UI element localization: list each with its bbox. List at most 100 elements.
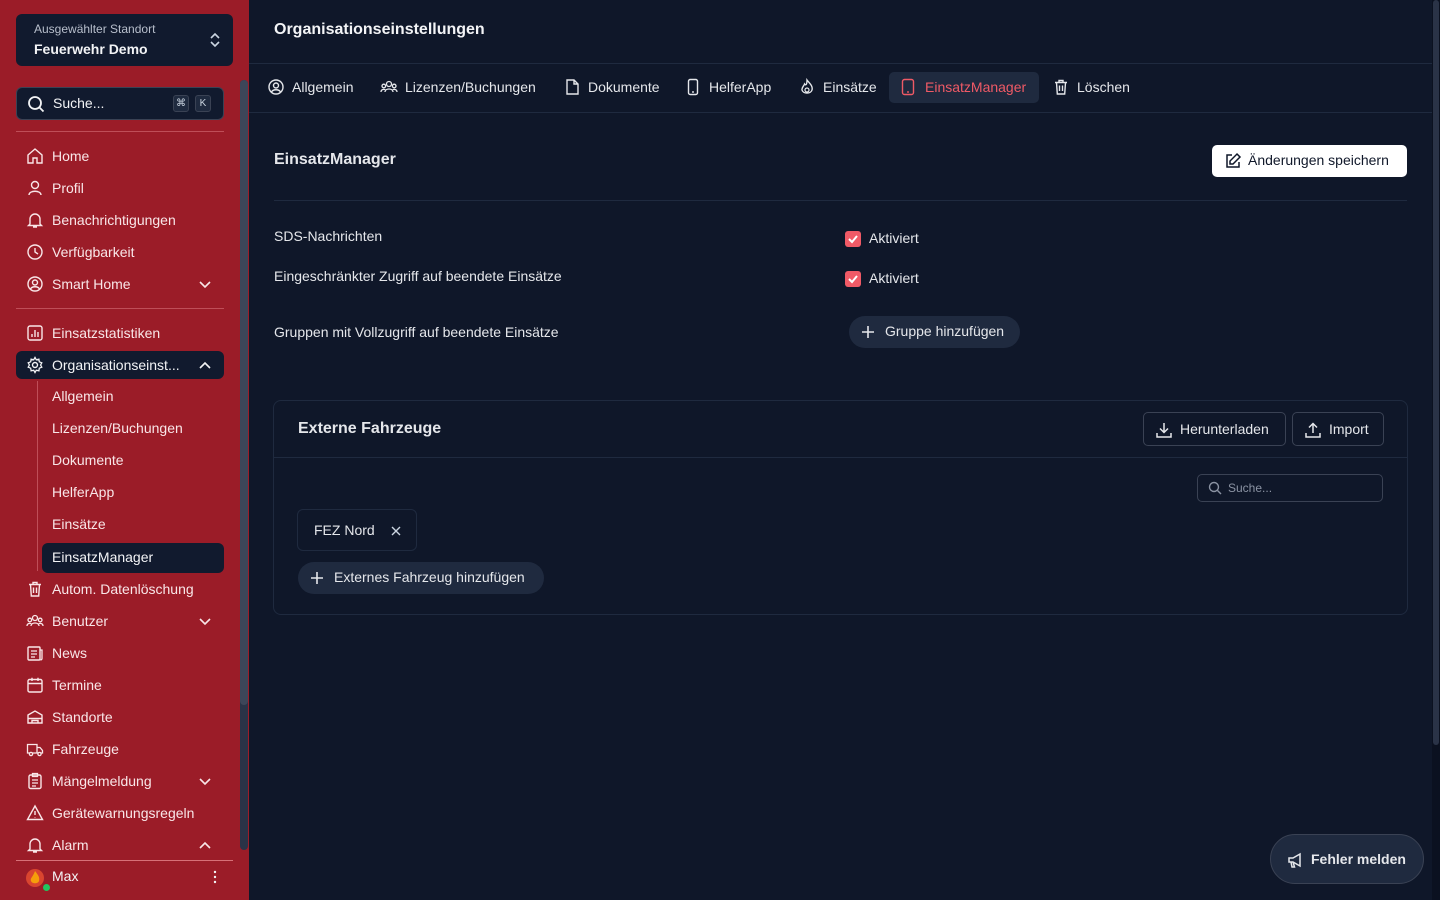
restricted-access-checkbox[interactable] — [845, 271, 861, 287]
sidebar-item-label: Benachrichtigungen — [52, 212, 176, 228]
save-button[interactable]: Änderungen speichern — [1212, 145, 1407, 177]
report-bug-button[interactable]: Fehler melden — [1270, 834, 1424, 884]
sidebar-subitem-lizenzen[interactable]: Lizenzen/Buchungen — [42, 414, 224, 444]
tab-label: EinsatzManager — [925, 79, 1027, 95]
tab-lizenzen[interactable]: Lizenzen/Buchungen — [380, 72, 550, 103]
bell-icon — [26, 213, 44, 228]
megaphone-icon — [1288, 852, 1301, 868]
sidebar-item-datenloeschung[interactable]: Autom. Datenlöschung — [16, 575, 224, 603]
sidebar-subitem-label: Allgemein — [52, 388, 114, 404]
main-scrollbar-thumb[interactable] — [1433, 0, 1439, 745]
vehicle-search-input[interactable] — [1228, 479, 1378, 497]
clock-icon — [27, 244, 43, 260]
sidebar-item-news[interactable]: News — [16, 639, 224, 667]
section-title: EinsatzManager — [274, 151, 396, 168]
sidebar-subitem-label: Dokumente — [52, 452, 124, 468]
tabs-divider — [249, 112, 1432, 113]
sidebar-subitem-label: EinsatzManager — [52, 549, 154, 565]
add-external-vehicle-button[interactable]: Externes Fahrzeug hinzufügen — [298, 562, 544, 594]
more-vertical-icon[interactable] — [213, 870, 217, 884]
sidebar-item-verfuegbarkeit[interactable]: Verfügbarkeit — [16, 238, 224, 266]
tab-label: HelferApp — [709, 79, 772, 95]
setting-label-sds: SDS-Nachrichten — [274, 228, 383, 244]
news-icon — [27, 646, 43, 661]
sidebar-item-label: Alarm — [52, 837, 89, 853]
sidebar-item-alarm[interactable]: Alarm — [16, 831, 224, 859]
user-circle-icon — [27, 276, 43, 292]
tab-dokumente[interactable]: Dokumente — [563, 72, 673, 103]
chevron-up-icon — [199, 841, 211, 849]
sidebar-item-label: Mängelmeldung — [52, 773, 152, 789]
sidebar-item-termine[interactable]: Termine — [16, 671, 224, 699]
sidebar-item-label: Termine — [52, 677, 102, 693]
sidebar-item-fahrzeuge[interactable]: Fahrzeuge — [16, 735, 224, 763]
sidebar-item-standorte[interactable]: Standorte — [16, 703, 224, 731]
edit-icon — [1226, 152, 1242, 168]
tab-einsatzmanager[interactable]: EinsatzManager — [889, 72, 1039, 103]
report-bug-label: Fehler melden — [1311, 851, 1406, 867]
sidebar-item-label: Benutzer — [52, 613, 109, 629]
chevron-down-icon — [199, 618, 211, 626]
sidebar-item-smart-home[interactable]: Smart Home — [16, 270, 224, 298]
sidebar-item-geraetewarnungsregeln[interactable]: Gerätewarnungsregeln — [16, 799, 224, 827]
sidebar-item-benachrichtigungen[interactable]: Benachrichtigungen — [16, 206, 224, 234]
sidebar-divider — [16, 131, 224, 132]
warning-icon — [26, 804, 44, 821]
sidebar-scrollbar[interactable] — [240, 80, 248, 850]
sidebar-divider — [16, 308, 224, 309]
sds-checkbox-label: Aktiviert — [869, 230, 919, 246]
sds-checkbox[interactable] — [845, 231, 861, 247]
sidebar-item-einsatzstatistiken[interactable]: Einsatzstatistiken — [16, 319, 224, 347]
chevron-up-down-icon — [210, 32, 220, 48]
sidebar-item-organisationseinstellungen[interactable]: Organisationseinst... — [16, 351, 224, 379]
close-icon[interactable] — [390, 525, 402, 537]
vehicle-search[interactable] — [1197, 474, 1383, 502]
main-scrollbar[interactable] — [1432, 0, 1440, 900]
home-icon — [27, 148, 43, 164]
sidebar-item-label: Organisationseinst... — [52, 357, 180, 373]
tablet-icon — [901, 78, 915, 96]
location-label: Ausgewählter Standort — [34, 22, 156, 36]
sidebar-subitem-dokumente[interactable]: Dokumente — [42, 446, 224, 476]
clipboard-icon — [28, 772, 42, 790]
add-group-button[interactable]: Gruppe hinzufügen — [849, 316, 1020, 348]
tab-allgemein[interactable]: Allgemein — [267, 72, 367, 103]
sidebar-subitem-einsaetze[interactable]: Einsätze — [42, 510, 224, 540]
sidebar-subitem-allgemein[interactable]: Allgemein — [42, 382, 224, 412]
sidebar-subitem-label: Einsätze — [52, 516, 106, 532]
sidebar-scrollbar-thumb[interactable] — [240, 80, 248, 705]
sidebar: Ausgewählter Standort Feuerwehr Demo Suc… — [0, 0, 249, 900]
tab-einsaetze[interactable]: Einsätze — [798, 72, 888, 103]
trash-icon — [29, 581, 41, 597]
vehicle-chip: FEZ Nord — [297, 509, 417, 551]
search-icon — [1208, 481, 1222, 495]
trash-icon — [1055, 79, 1067, 95]
check-icon — [848, 275, 858, 284]
users-icon — [26, 614, 44, 627]
sidebar-subitem-helferapp[interactable]: HelferApp — [42, 478, 224, 508]
sidebar-subitem-einsatzmanager[interactable]: EinsatzManager — [42, 543, 224, 573]
tab-loeschen[interactable]: Löschen — [1052, 72, 1142, 103]
location-select[interactable]: Ausgewählter Standort Feuerwehr Demo — [16, 14, 233, 66]
download-button[interactable]: Herunterladen — [1143, 412, 1286, 446]
users-icon — [380, 80, 398, 93]
phone-icon — [687, 78, 699, 96]
tab-label: Dokumente — [588, 79, 660, 95]
sidebar-item-label: Verfügbarkeit — [52, 244, 135, 260]
sidebar-item-profil[interactable]: Profil — [16, 174, 224, 202]
user-menu[interactable]: Max — [16, 860, 233, 894]
location-value: Feuerwehr Demo — [34, 41, 148, 57]
sidebar-item-benutzer[interactable]: Benutzer — [16, 607, 224, 635]
building-icon — [27, 710, 43, 724]
sidebar-item-label: News — [52, 645, 88, 661]
tab-helferapp[interactable]: HelferApp — [684, 72, 784, 103]
section-divider — [274, 200, 1407, 201]
import-button[interactable]: Import — [1292, 412, 1384, 446]
save-button-label: Änderungen speichern — [1248, 152, 1389, 168]
page-title: Organisationseinstellungen — [274, 21, 485, 38]
sidebar-item-home[interactable]: Home — [16, 142, 224, 170]
sidebar-item-maengelmeldung[interactable]: Mängelmeldung — [16, 767, 224, 795]
chevron-up-icon — [199, 361, 211, 369]
download-label: Herunterladen — [1180, 421, 1269, 437]
sidebar-search[interactable]: Suche... ⌘ K — [16, 87, 224, 120]
